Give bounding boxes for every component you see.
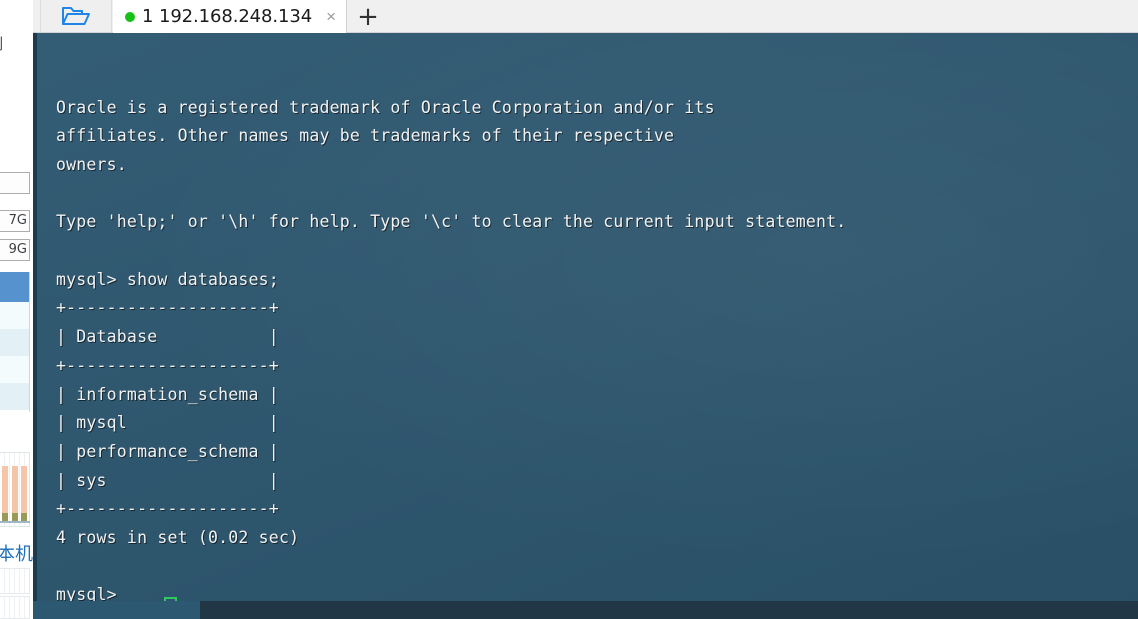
close-tab-icon[interactable]: × (326, 8, 336, 25)
left-panel-field-2[interactable]: 7G (0, 210, 30, 232)
open-folder-icon (62, 7, 90, 25)
list-item[interactable] (0, 356, 29, 383)
left-panel-field-1[interactable] (0, 172, 30, 194)
left-panel-grid-upper (0, 568, 30, 594)
list-item[interactable] (0, 302, 29, 329)
terminal-panel[interactable]: Oracle is a registered trademark of Orac… (33, 33, 1138, 619)
tab-label: 1 192.168.248.134 (142, 6, 313, 27)
clipped-label-top: 制 (0, 33, 3, 54)
new-tab-button[interactable]: + (347, 0, 389, 33)
connected-status-dot-icon (125, 11, 135, 22)
terminal-tab[interactable]: 1 192.168.248.134 × (113, 0, 348, 33)
open-folder-button[interactable] (40, 0, 112, 32)
clipped-label-bottom: 本机 (0, 544, 33, 565)
list-item[interactable] (0, 329, 29, 356)
terminal-left-edge (33, 33, 37, 619)
left-panel-grid-lower (0, 596, 30, 619)
chart-bar (2, 466, 8, 522)
chart-axis (0, 521, 30, 523)
left-clipped-panel: 制 7G 9G 本机 (0, 0, 33, 619)
left-panel-bar-chart (0, 452, 30, 527)
list-item[interactable] (0, 383, 29, 410)
left-panel-field-3[interactable]: 9G (0, 239, 30, 261)
terminal-status-bar (200, 601, 1138, 619)
chart-bar (12, 466, 18, 522)
left-panel-list[interactable] (0, 272, 30, 412)
terminal-bottom-strip (33, 601, 200, 619)
list-item[interactable] (0, 272, 29, 302)
chart-bar (21, 466, 27, 522)
terminal-output: Oracle is a registered trademark of Orac… (56, 97, 847, 605)
tab-bar: 1 192.168.248.134 × + (33, 0, 1138, 33)
